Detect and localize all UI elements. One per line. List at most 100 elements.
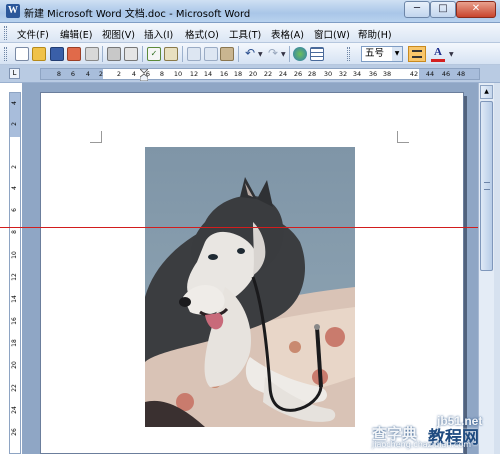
minimize-button[interactable]: ─ bbox=[404, 1, 430, 18]
indent-marker[interactable] bbox=[140, 69, 148, 81]
tab-selector[interactable]: L bbox=[9, 68, 20, 79]
font-color-dropdown-arrow[interactable]: ▼ bbox=[449, 51, 454, 58]
ruler-number: 4 bbox=[85, 70, 91, 78]
ruler-number: 36 bbox=[368, 70, 378, 78]
ruler-number: 32 bbox=[338, 70, 348, 78]
ruler-number: 6 bbox=[70, 70, 76, 78]
ruler-number: 24 bbox=[11, 406, 18, 414]
page-shadow bbox=[464, 96, 467, 454]
vertical-scrollbar[interactable]: ▲ bbox=[478, 83, 494, 454]
email-icon[interactable] bbox=[85, 47, 99, 61]
ruler-number: 10 bbox=[11, 251, 18, 259]
ruler-number: 44 bbox=[425, 70, 435, 78]
formatting-toolbar-grip[interactable] bbox=[347, 47, 350, 61]
toolbar-separator bbox=[182, 46, 183, 62]
ruler-number: 26 bbox=[11, 428, 18, 436]
menu-view[interactable]: 视图(V) bbox=[102, 27, 135, 41]
table-icon[interactable] bbox=[310, 47, 324, 61]
save-icon[interactable] bbox=[50, 47, 64, 61]
ruler-number: 46 bbox=[441, 70, 451, 78]
print-icon[interactable] bbox=[107, 47, 121, 61]
ruler-number: 14 bbox=[11, 295, 18, 303]
title-bar: W 新建 Microsoft Word 文档.doc - Microsoft W… bbox=[0, 0, 500, 23]
font-size-value: 五号 bbox=[365, 48, 385, 59]
menu-insert[interactable]: 插入(I) bbox=[144, 27, 173, 41]
scrollbar-grip bbox=[484, 182, 490, 190]
ruler-number: 4 bbox=[11, 186, 18, 190]
ruler-number: 30 bbox=[323, 70, 333, 78]
ruler-number: 42 bbox=[409, 70, 419, 78]
ruler-number: 16 bbox=[11, 317, 18, 325]
toolbar-separator bbox=[289, 46, 290, 62]
ruler-number: 18 bbox=[11, 339, 18, 347]
ruler-number: 4 bbox=[11, 101, 18, 105]
cut-icon[interactable] bbox=[187, 47, 201, 61]
menu-file[interactable]: 文件(F) bbox=[17, 27, 49, 41]
font-color-icon: A bbox=[434, 46, 442, 58]
ruler-number: 48 bbox=[456, 70, 466, 78]
menu-grip-handle[interactable] bbox=[4, 26, 7, 40]
align-center-button[interactable] bbox=[408, 46, 426, 62]
vertical-ruler[interactable]: 4 2 2 4 6 8 10 12 14 16 18 20 22 24 26 bbox=[9, 92, 21, 454]
ruler-number: 38 bbox=[382, 70, 392, 78]
spelling-icon[interactable]: ✓ bbox=[147, 47, 161, 61]
font-color-swatch bbox=[431, 59, 445, 62]
permission-icon[interactable] bbox=[67, 47, 81, 61]
window-right-edge bbox=[494, 83, 500, 454]
scroll-up-arrow-icon[interactable]: ▲ bbox=[480, 85, 493, 99]
ruler-number: 8 bbox=[159, 70, 165, 78]
scrollbar-thumb[interactable] bbox=[480, 101, 493, 271]
ruler-number: 8 bbox=[56, 70, 62, 78]
redo-dropdown-arrow[interactable]: ▼ bbox=[281, 51, 286, 58]
hyperlink-icon[interactable] bbox=[293, 47, 307, 61]
ruler-number: 26 bbox=[293, 70, 303, 78]
ruler-number: 12 bbox=[11, 273, 18, 281]
ruler-number: 34 bbox=[352, 70, 362, 78]
paste-icon[interactable] bbox=[220, 47, 234, 61]
toolbar-separator bbox=[238, 46, 239, 62]
print-preview-icon[interactable] bbox=[124, 47, 138, 61]
menu-bar: 文件(F) 编辑(E) 视图(V) 插入(I) 格式(O) 工具(T) 表格(A… bbox=[0, 23, 500, 43]
copy-icon[interactable] bbox=[204, 47, 218, 61]
maximize-icon: □ bbox=[438, 3, 448, 14]
undo-dropdown-arrow[interactable]: ▼ bbox=[258, 51, 263, 58]
ruler-number: 22 bbox=[263, 70, 273, 78]
undo-icon[interactable]: ↶ bbox=[243, 47, 257, 61]
menu-table[interactable]: 表格(A) bbox=[271, 27, 304, 41]
ruler-number: 16 bbox=[219, 70, 229, 78]
window-title: 新建 Microsoft Word 文档.doc - Microsoft Wor… bbox=[24, 9, 251, 20]
redo-icon[interactable]: ↷ bbox=[266, 47, 280, 61]
close-icon: ✕ bbox=[471, 3, 481, 14]
maximize-button[interactable]: □ bbox=[430, 1, 456, 18]
chevron-down-icon[interactable]: ▼ bbox=[392, 47, 402, 61]
menu-help[interactable]: 帮助(H) bbox=[358, 27, 392, 41]
horizontal-ruler[interactable]: 8 6 4 2 2 4 6 8 10 12 14 16 18 20 22 24 … bbox=[40, 68, 480, 81]
ruler-number: 12 bbox=[189, 70, 199, 78]
open-folder-icon[interactable] bbox=[32, 47, 46, 61]
toolbar-grip-handle[interactable] bbox=[4, 47, 7, 61]
horizontal-ruler-area: L 8 6 4 2 2 4 6 8 10 12 14 16 18 20 22 2… bbox=[0, 65, 500, 83]
toolbar-separator bbox=[142, 46, 143, 62]
font-size-select[interactable]: 五号 ▼ bbox=[361, 46, 403, 62]
align-center-icon bbox=[412, 50, 422, 58]
ruler-number: 6 bbox=[11, 208, 18, 212]
ruler-number: 2 bbox=[11, 165, 18, 169]
menu-edit[interactable]: 编辑(E) bbox=[60, 27, 92, 41]
new-document-icon[interactable] bbox=[15, 47, 29, 61]
crop-mark-top-left bbox=[90, 131, 102, 143]
husky-dog-photo[interactable] bbox=[145, 147, 355, 427]
ruler-number: 20 bbox=[248, 70, 258, 78]
close-button[interactable]: ✕ bbox=[456, 1, 496, 18]
font-color-button[interactable]: A bbox=[430, 46, 446, 62]
word-app-icon[interactable]: W bbox=[6, 4, 20, 18]
menu-format[interactable]: 格式(O) bbox=[185, 27, 219, 41]
standard-toolbar: ✓ ↶ ▼ ↷ ▼ 五号 ▼ A ▼ bbox=[0, 43, 500, 65]
ruler-number: 2 bbox=[11, 122, 18, 126]
ruler-number: 20 bbox=[11, 361, 18, 369]
toolbar-separator bbox=[102, 46, 103, 62]
menu-tools[interactable]: 工具(T) bbox=[229, 27, 261, 41]
ruler-number: 24 bbox=[278, 70, 288, 78]
menu-window[interactable]: 窗口(W) bbox=[314, 27, 350, 41]
ruler-number: 2 bbox=[116, 70, 122, 78]
research-icon[interactable] bbox=[164, 47, 178, 61]
